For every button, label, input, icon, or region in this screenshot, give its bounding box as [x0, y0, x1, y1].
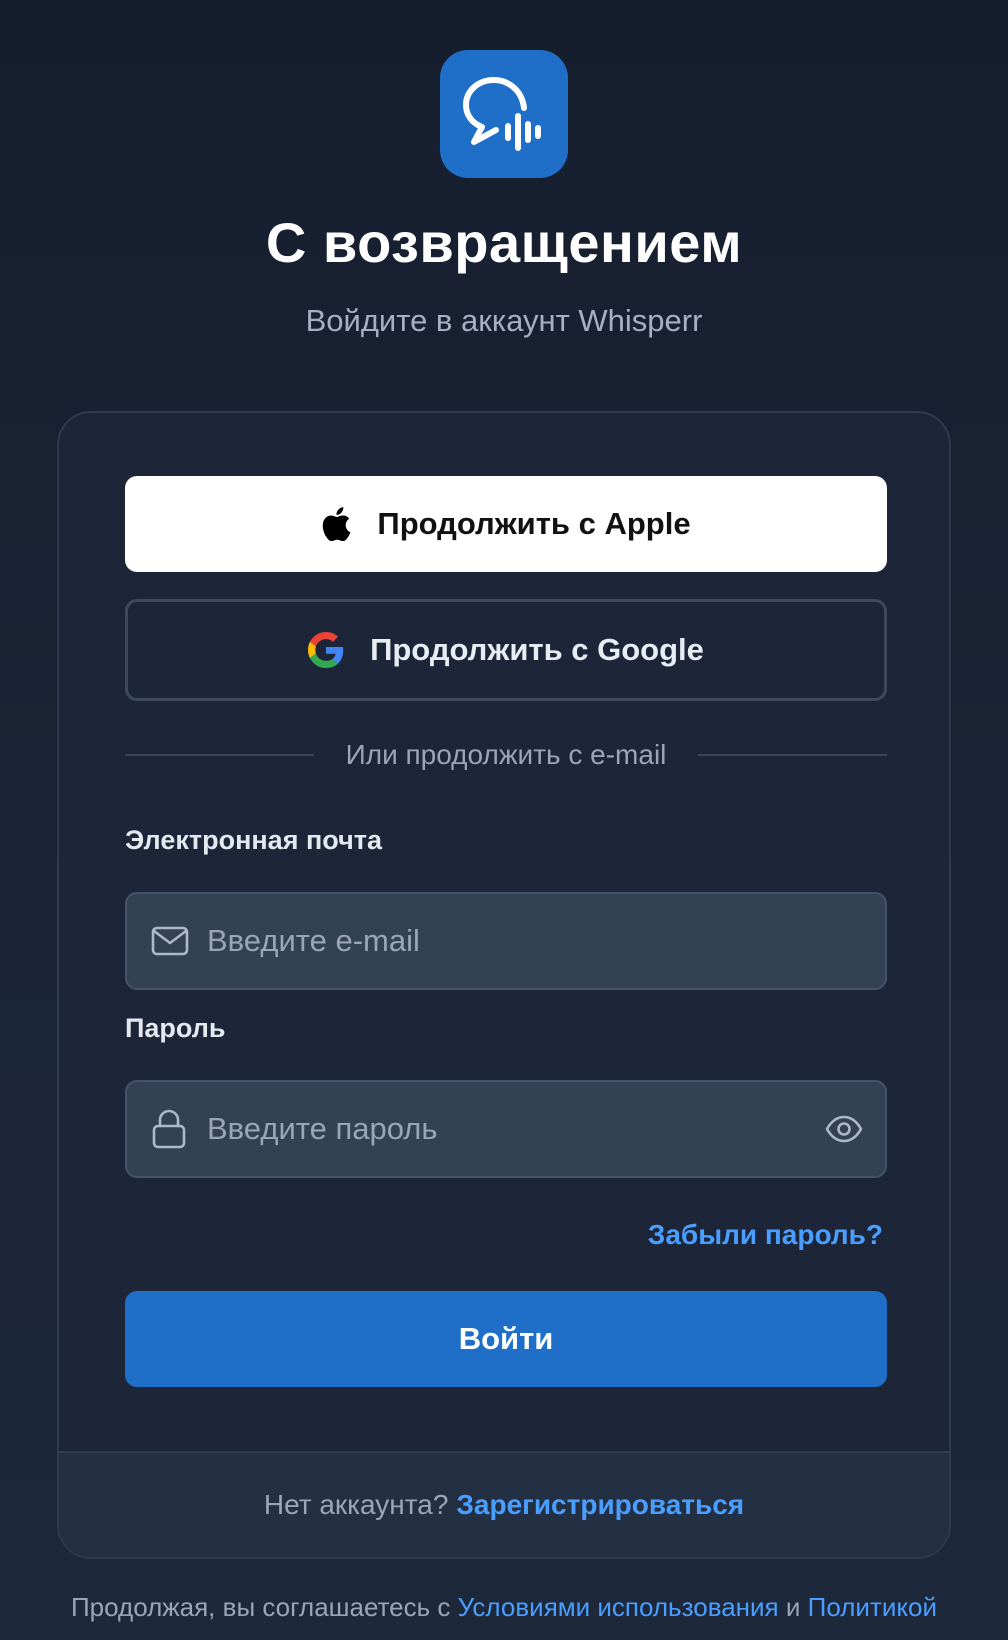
terms-conjunction: и [785, 1592, 801, 1622]
divider-line-right [698, 754, 888, 756]
password-label: Пароль [125, 1013, 226, 1043]
login-card: Продолжить с Apple Продолжить с Google И… [57, 411, 951, 1559]
divider-text: Или продолжить с e-mail [345, 739, 667, 770]
page-title: С возвращением [265, 211, 743, 274]
terms-notice: Продолжая, вы соглашаетесь с Условиями и… [0, 1592, 1008, 1623]
lock-icon [151, 1109, 187, 1149]
google-button-label: Продолжить с Google [370, 632, 704, 667]
email-field[interactable] [125, 892, 887, 990]
email-input[interactable] [207, 894, 805, 988]
terms-of-use-link[interactable]: Условиями использования [458, 1592, 779, 1622]
continue-with-apple-button[interactable]: Продолжить с Apple [125, 476, 887, 572]
apple-icon [321, 507, 351, 541]
card-footer: Нет аккаунта? Зарегистрироваться [59, 1451, 949, 1557]
app-logo [440, 50, 568, 178]
forgot-password-link[interactable]: Забыли пароль? [648, 1219, 883, 1251]
chat-bubble-waveform-icon [463, 77, 541, 151]
email-label: Электронная почта [125, 825, 383, 855]
google-icon [308, 632, 344, 668]
no-account-text: Нет аккаунта? [263, 1489, 449, 1520]
register-link[interactable]: Зарегистрироваться [456, 1489, 744, 1521]
eye-icon[interactable] [825, 1115, 863, 1143]
divider-line-left [125, 754, 314, 756]
apple-button-label: Продолжить с Apple [377, 506, 691, 541]
mail-icon [151, 926, 189, 956]
password-input[interactable] [207, 1082, 805, 1176]
terms-prefix: Продолжая, вы соглашаетесь с [70, 1592, 451, 1622]
page-subtitle: Войдите в аккаунт Whisperr [305, 303, 703, 338]
continue-with-google-button[interactable]: Продолжить с Google [125, 599, 887, 701]
sign-in-button[interactable]: Войти [125, 1291, 887, 1387]
login-page: С возвращением Войдите в аккаунт Whisper… [0, 0, 1008, 1640]
password-field[interactable] [125, 1080, 887, 1178]
or-divider: Или продолжить с e-mail [125, 733, 888, 777]
privacy-policy-link[interactable]: Политикой [808, 1592, 937, 1622]
